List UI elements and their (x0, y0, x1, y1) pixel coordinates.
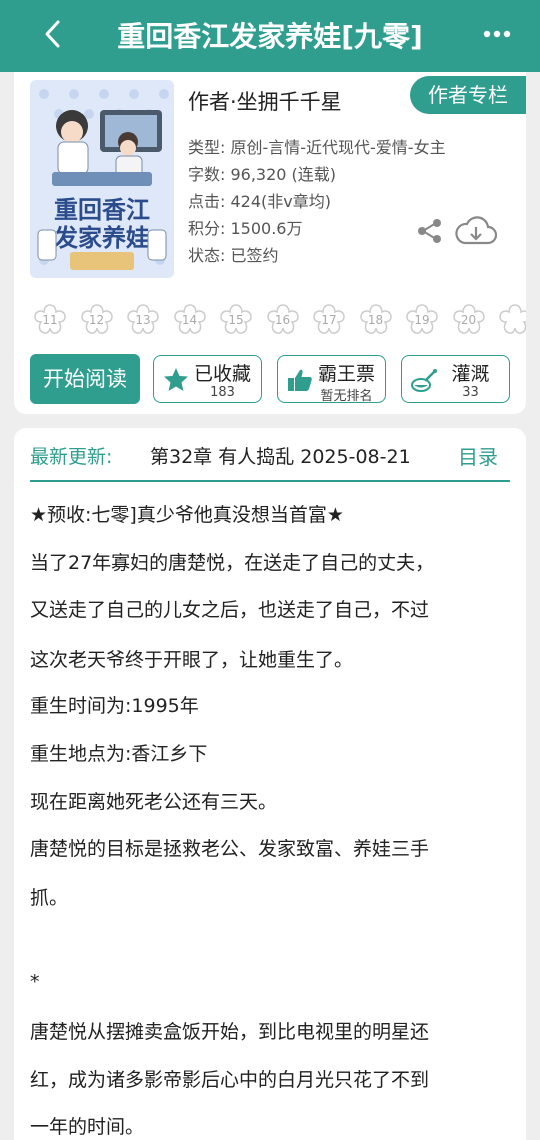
flower-item[interactable]: 18 (358, 302, 394, 338)
description-line: 这次老天爷终于开眼了，让她重生了。 (30, 649, 354, 671)
description-line: 现在距离她死老公还有三天。 (30, 791, 278, 813)
description-line: 重生时间为:1995年 (30, 695, 199, 717)
meta-points: 积分: 1500.6万 (188, 219, 303, 238)
description-line: ★预收:七零]真少爷他真没想当首富★ (30, 504, 344, 526)
irrigate-label: 灌溉 (451, 363, 490, 385)
flower-item[interactable]: 13 (125, 302, 161, 338)
description-line: 唐楚悦从摆摊卖盒饭开始，到比电视里的明星还 (30, 1021, 430, 1043)
flower-item[interactable]: 11 (32, 302, 68, 338)
flower-item[interactable]: 19 (404, 302, 440, 338)
collect-label: 已收藏 (193, 363, 251, 385)
author-column-button[interactable]: 作者专栏 (410, 76, 526, 114)
table-of-contents-link[interactable]: 目录 (458, 441, 498, 470)
flower-item[interactable]: 20 (451, 302, 487, 338)
book-info-card: 重回香江 发家养娃 作者·坐拥千千星 作者专栏 类型: 原创-言情-近代现代-爱… (14, 72, 526, 414)
book-meta: 类型: 原创-言情-近代现代-爱情-女主 字数: 96,320 (连载) 点击:… (188, 134, 446, 269)
share-icon[interactable] (416, 217, 444, 245)
overlord-ticket-button[interactable]: 霸王票 暂无排名 (277, 355, 386, 404)
description-line: 又送走了自己的儿女之后，也送走了自己，不过 (30, 599, 430, 621)
collect-button[interactable]: 已收藏 183 (153, 355, 262, 403)
flower-chapter-row: 11 12 13 14 15 16 17 18 19 20 (32, 302, 526, 342)
latest-update-label: 最新更新: (30, 446, 113, 468)
back-arrow-icon[interactable] (36, 16, 72, 52)
description-line: 一年的时间。 (30, 1116, 145, 1138)
description-line: 抓。 (30, 887, 69, 909)
flower-item[interactable]: 14 (172, 302, 208, 338)
ticket-rank: 暂无排名 (320, 389, 373, 404)
thumbs-up-icon (288, 369, 312, 391)
divider (30, 480, 510, 482)
ticket-label: 霸王票 (317, 363, 375, 385)
description-line: 重生地点为:香江乡下 (30, 743, 208, 765)
flower-item[interactable]: 15 (218, 302, 254, 338)
flower-item-partial[interactable] (497, 302, 526, 338)
irrigate-count: 33 (462, 385, 479, 400)
meta-status: 状态: 已签约 (188, 246, 279, 265)
description-line: 红，成为诸多影帝影后心中的白月光只花了不到 (30, 1069, 430, 1091)
latest-chapter-link[interactable]: 第32章 有人捣乱 2025-08-21 (150, 442, 446, 469)
meta-clicks: 点击: 424(非v章均) (188, 192, 331, 211)
star-icon (164, 368, 188, 391)
cover-title-line2: 发家养娃 (53, 224, 150, 252)
nutrient-bottle-icon (411, 369, 437, 392)
description-line: 当了27年寡妇的唐楚悦，在送走了自己的丈夫， (30, 552, 435, 574)
start-reading-button[interactable]: 开始阅读 (30, 354, 140, 404)
description-line: 唐楚悦的目标是拯救老公、发家致富、养娃三手 (30, 838, 430, 860)
flower-item[interactable]: 12 (79, 302, 115, 338)
flower-item[interactable]: 16 (265, 302, 301, 338)
more-options-icon[interactable] (482, 22, 512, 46)
book-cover-image[interactable]: 重回香江 发家养娃 (30, 80, 174, 278)
meta-type: 类型: 原创-言情-近代现代-爱情-女主 (188, 138, 446, 157)
irrigate-button[interactable]: 灌溉 33 (401, 355, 510, 403)
cover-title-line1: 重回香江 (54, 196, 150, 224)
meta-word-count: 字数: 96,320 (连载) (188, 165, 337, 184)
description-card: 最新更新: 第32章 有人捣乱 2025-08-21 目录 ★预收:七零]真少爷… (14, 428, 526, 1140)
flower-item[interactable]: 17 (311, 302, 347, 338)
cloud-download-icon[interactable] (454, 215, 498, 247)
page-title: 重回香江发家养娃[九零] (117, 20, 423, 53)
description-line: * (30, 971, 40, 993)
top-bar: 重回香江发家养娃[九零] (0, 0, 540, 72)
author-name[interactable]: 作者·坐拥千千星 (188, 86, 342, 116)
collect-count: 183 (210, 385, 235, 400)
